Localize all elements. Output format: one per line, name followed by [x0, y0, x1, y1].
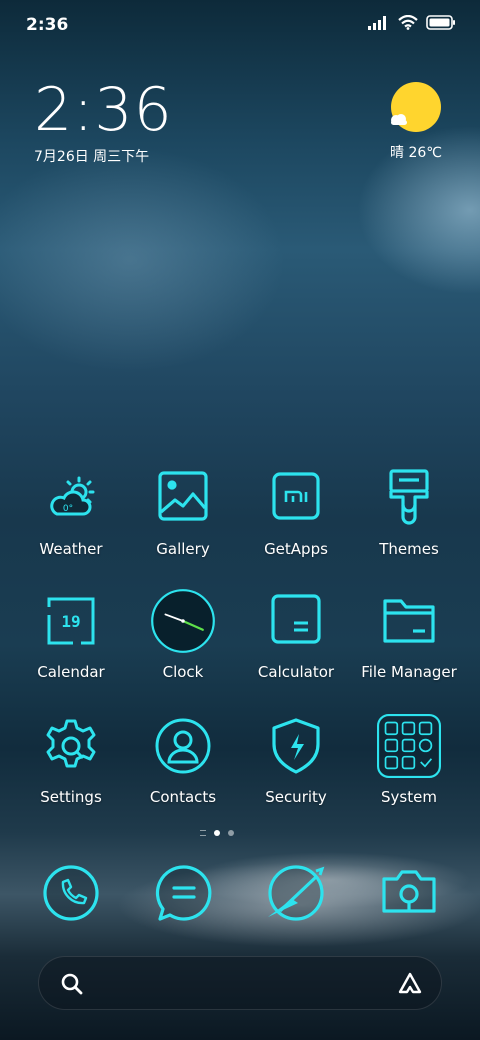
system-folder-icon: [377, 714, 441, 778]
app-label: Weather: [39, 540, 103, 558]
weather-text: 晴 26℃: [390, 145, 442, 161]
cloud-icon: [391, 114, 407, 125]
widget-time: 2:36: [34, 75, 173, 145]
search-icon[interactable]: [61, 973, 83, 995]
app-calendar[interactable]: 19 Calendar: [11, 591, 131, 681]
clock-icon: [151, 589, 215, 653]
getapps-icon: [272, 472, 320, 520]
settings-icon: [46, 719, 96, 768]
app-label: Gallery: [156, 540, 210, 558]
app-label: Clock: [162, 663, 204, 681]
app-label: Security: [265, 788, 327, 806]
app-label: GetApps: [264, 540, 328, 558]
assistant-icon[interactable]: [397, 971, 423, 997]
app-label: Calendar: [37, 663, 105, 681]
weather-widget[interactable]: 晴 26℃: [384, 82, 448, 162]
page-indicator-dot-active[interactable]: [214, 830, 220, 836]
app-security[interactable]: Security: [236, 716, 356, 806]
page-indicator: [200, 830, 234, 836]
clock-widget[interactable]: 2:36 7月26日 周三下午: [34, 78, 173, 166]
gallery-icon: [158, 471, 208, 521]
status-time: 2:36: [26, 15, 69, 35]
status-icons: [368, 15, 456, 30]
page-indicator-feed[interactable]: [200, 830, 206, 836]
search-bar[interactable]: [38, 956, 442, 1010]
messages-icon: [155, 865, 212, 921]
browser-icon: [268, 865, 325, 921]
app-getapps[interactable]: GetApps: [236, 468, 356, 558]
security-icon: [272, 718, 320, 774]
dock-phone[interactable]: [41, 863, 101, 923]
app-clock[interactable]: Clock: [123, 589, 243, 681]
app-file-manager[interactable]: File Manager: [349, 591, 469, 681]
signal-icon: [368, 15, 386, 30]
dock-browser[interactable]: [266, 863, 326, 923]
weather-icon-temp: 0°: [63, 504, 73, 514]
app-system-folder[interactable]: System: [349, 714, 469, 806]
wifi-icon: [398, 15, 418, 30]
sunny-icon: [391, 82, 441, 132]
dock-messages[interactable]: [154, 863, 214, 923]
app-weather[interactable]: 0° Weather: [11, 468, 131, 558]
calendar-icon: 19: [47, 597, 95, 645]
app-gallery[interactable]: Gallery: [123, 468, 243, 558]
themes-icon: [389, 469, 429, 525]
file-manager-icon: [383, 599, 435, 643]
weather-icon: 0°: [50, 476, 95, 516]
app-label: Settings: [40, 788, 102, 806]
battery-icon: [426, 15, 455, 30]
app-settings[interactable]: Settings: [11, 716, 131, 806]
camera-icon: [382, 870, 436, 913]
app-label: System: [381, 788, 437, 806]
app-label: Calculator: [257, 663, 335, 681]
status-bar: 2:36: [0, 0, 480, 50]
dock-camera[interactable]: [379, 863, 439, 923]
app-calculator[interactable]: Calculator: [236, 591, 356, 681]
page-indicator-dot[interactable]: [228, 830, 234, 836]
calendar-date: 19: [61, 612, 80, 631]
app-contacts[interactable]: Contacts: [123, 716, 243, 806]
app-themes[interactable]: Themes: [349, 468, 469, 558]
app-label: File Manager: [361, 663, 457, 681]
app-label: Contacts: [149, 788, 217, 806]
app-label: Themes: [379, 540, 439, 558]
calculator-icon: [271, 594, 321, 644]
widget-date: 7月26日 周三下午: [34, 149, 150, 165]
phone-icon: [43, 865, 99, 921]
contacts-icon: [155, 718, 211, 774]
